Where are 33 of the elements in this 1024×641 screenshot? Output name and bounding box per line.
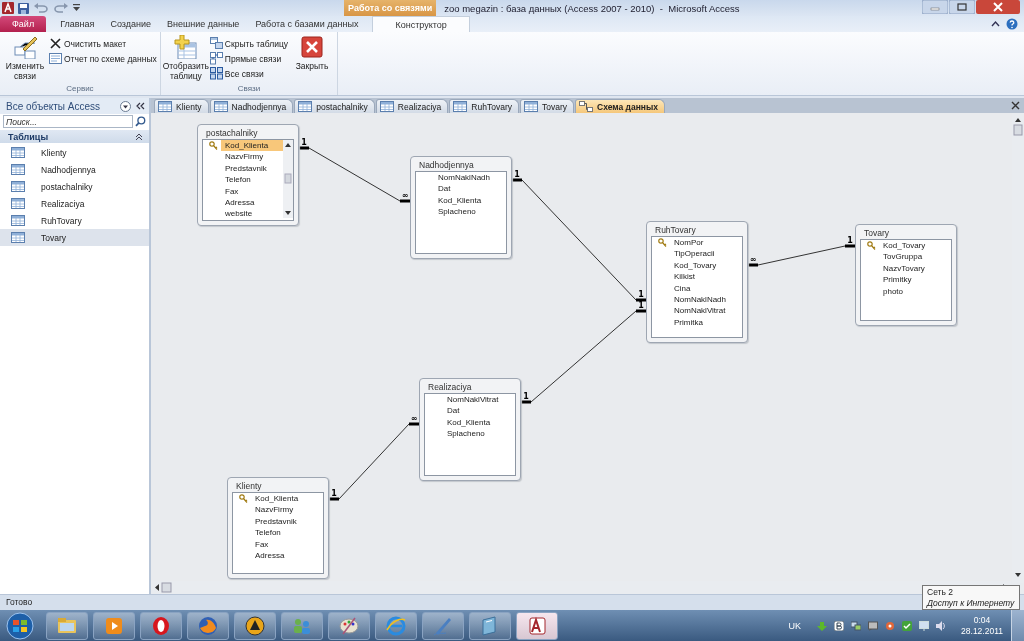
table-title: Nadhodjennya <box>418 159 475 171</box>
table-title: Tovary <box>863 227 891 239</box>
button-label: Очистить макет <box>64 38 127 49</box>
button-label: Прямые связи <box>224 53 282 64</box>
button-label: Скрыть таблицу <box>224 38 289 49</box>
cardinality-label: ∞ <box>410 414 418 423</box>
cardinality-label: 1 <box>523 392 529 401</box>
status-text: Готово <box>6 597 33 607</box>
button-label: Отобразить таблицу <box>162 61 209 81</box>
table-title: Klienty <box>235 480 263 492</box>
context-tab-label: Работа со связями <box>344 0 437 16</box>
cardinality-label: 1 <box>847 236 853 245</box>
cardinality-label: 1 <box>514 170 520 179</box>
button-label: Все связи <box>224 68 264 79</box>
tooltip-text: Доступ к Интернету <box>927 598 1015 609</box>
cardinality-label: 1 <box>331 489 337 498</box>
table-title: RuhTovary <box>654 224 697 236</box>
button-label: Закрыть <box>295 61 329 71</box>
cardinality-label: ∞ <box>749 255 757 264</box>
section-title: Таблицы <box>8 131 50 142</box>
window-title: zoo megazin : база данных (Access 2007 - 2010) - Microsoft Access <box>444 2 740 14</box>
pane-title: Все объекты Access <box>6 100 102 112</box>
group-label: Связи <box>236 84 262 95</box>
cardinality-label: ∞ <box>401 191 409 200</box>
cardinality-label: 1 <box>638 301 644 310</box>
table-title: postachalniky <box>205 127 259 139</box>
tooltip-title: Сеть 2 <box>927 587 954 598</box>
group-label: Сервис <box>65 84 95 95</box>
table-title: Realizaciya <box>427 381 473 393</box>
cardinality-label: 1 <box>301 138 307 147</box>
button-label: Отчет по схеме данных <box>64 53 157 64</box>
cardinality-label: 1 <box>638 290 644 299</box>
button-label: Изменить связи <box>4 61 46 81</box>
